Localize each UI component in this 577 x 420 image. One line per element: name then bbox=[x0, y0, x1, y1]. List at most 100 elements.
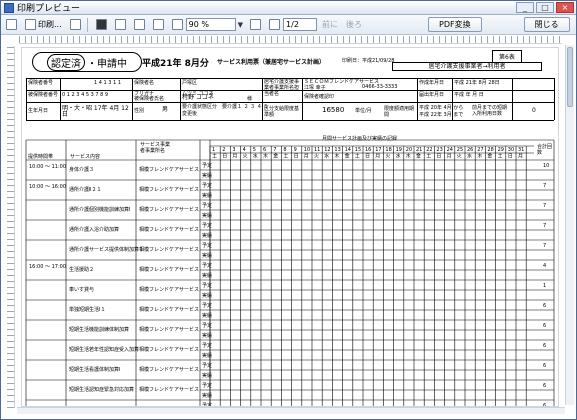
plan-label: 予定 bbox=[202, 202, 212, 209]
plan-label: 予定 bbox=[202, 282, 212, 289]
copy-button[interactable] bbox=[67, 17, 84, 33]
find-button[interactable] bbox=[93, 17, 110, 33]
row-service: 生活援助２ bbox=[69, 266, 94, 273]
weekday-label: 月 bbox=[375, 154, 380, 160]
prev-page-icon bbox=[269, 19, 281, 30]
zoom-out-button[interactable] bbox=[150, 17, 167, 33]
day-number: 6 bbox=[263, 147, 266, 153]
schedule-grid: 1 2 3 4 5 6 7 8 9 10 11 12 13 14 15 16 17 18 19 20 21 22 23 24 2… bbox=[25, 139, 555, 407]
page-input[interactable]: 1/2 bbox=[283, 18, 318, 31]
day-number: 7 bbox=[273, 147, 276, 153]
pdf-convert-button[interactable]: PDF変換 bbox=[425, 17, 485, 33]
weekday-label: 金 bbox=[345, 153, 350, 160]
prev-page-button[interactable] bbox=[266, 17, 283, 33]
plan-label: 予定 bbox=[202, 262, 212, 269]
day-number: 17 bbox=[375, 147, 381, 153]
toolbar-separator bbox=[86, 17, 88, 32]
row-provider: 相模フレンドケアサービス bbox=[139, 226, 199, 233]
plan-label: 予定 bbox=[202, 182, 212, 189]
copy-icon bbox=[69, 19, 81, 30]
back-button[interactable]: 前に bbox=[319, 17, 341, 33]
row-service: 通所介護Ⅱ２１ bbox=[69, 186, 101, 193]
vertical-scrollbar[interactable] bbox=[565, 45, 574, 405]
day-number: 27 bbox=[477, 147, 483, 153]
page-setup-button[interactable] bbox=[3, 17, 20, 33]
app-icon bbox=[4, 2, 14, 13]
weekday-label: 月 bbox=[447, 154, 452, 160]
maximize-button[interactable]: □ bbox=[536, 2, 554, 13]
weekday-label: 水 bbox=[253, 153, 258, 160]
weekday-label: 水 bbox=[324, 153, 329, 160]
row-service: 通所介護サービス提供体制加算１ bbox=[69, 246, 144, 253]
print-button[interactable]: 印刷... bbox=[22, 17, 65, 33]
row-service: 短期生活看護体制加算Ⅰ bbox=[69, 366, 120, 373]
row-provider: 相模フレンドケアサービス bbox=[139, 406, 199, 407]
day-number: 31 bbox=[518, 147, 524, 153]
actual-label: 実績 bbox=[202, 212, 212, 219]
forward-button[interactable]: 後ろ bbox=[343, 17, 365, 33]
actual-label: 実績 bbox=[202, 392, 212, 399]
weekday-label: 土 bbox=[498, 153, 503, 160]
print-label: 印刷... bbox=[38, 20, 62, 29]
day-number: 21 bbox=[416, 147, 422, 153]
weekday-label: 日 bbox=[508, 154, 513, 160]
actual-label: 実績 bbox=[202, 312, 212, 319]
row-provider: 相模フレンドケアサービス bbox=[139, 346, 199, 353]
row-total: 1 bbox=[543, 283, 546, 289]
actual-label: 実績 bbox=[202, 272, 212, 279]
close-window-button[interactable]: × bbox=[556, 2, 574, 13]
day-number: 20 bbox=[406, 147, 412, 153]
plan-label: 予定 bbox=[202, 242, 212, 249]
scrollbar-thumb[interactable] bbox=[567, 47, 573, 107]
day-number: 28 bbox=[487, 147, 493, 153]
day-number: 29 bbox=[498, 147, 504, 153]
day-number: 3 bbox=[232, 147, 235, 153]
actual-label: 実績 bbox=[202, 252, 212, 259]
weekday-label: 土 bbox=[426, 153, 431, 160]
weekday-label: 木 bbox=[406, 153, 411, 160]
page-setup-icon bbox=[6, 19, 17, 30]
row-total: 7 bbox=[543, 243, 546, 249]
multi-page-icon bbox=[133, 19, 145, 30]
plan-label: 予定 bbox=[202, 402, 212, 407]
row-total: 6 bbox=[543, 303, 546, 309]
row-total: 4 bbox=[543, 263, 546, 269]
actual-label: 実績 bbox=[202, 232, 212, 239]
day-number: 13 bbox=[334, 147, 340, 153]
row-provider: 相模フレンドケアサービス bbox=[139, 266, 199, 273]
first-page-button[interactable] bbox=[247, 17, 264, 33]
zoom-in-button[interactable] bbox=[169, 17, 186, 33]
plan-label: 予定 bbox=[202, 162, 212, 169]
close-button[interactable]: 閉じる bbox=[521, 17, 573, 33]
row-total: 6 bbox=[543, 343, 546, 349]
horizontal-ruler bbox=[19, 36, 562, 44]
close-label: 閉じる bbox=[523, 17, 570, 32]
row-service: 短期生活機能訓練体制加算 bbox=[69, 326, 129, 333]
row-time: 16:00 ～ 17:00 bbox=[29, 264, 66, 270]
weekday-label: 土 bbox=[283, 153, 288, 160]
day-number: 9 bbox=[294, 147, 297, 153]
minimize-button[interactable]: _ bbox=[516, 2, 534, 13]
single-page-button[interactable] bbox=[112, 17, 129, 33]
zoom-select[interactable]: 90 % bbox=[185, 18, 236, 31]
day-number: 18 bbox=[385, 147, 391, 153]
row-service: 通所介護個別機能訓練加算Ⅰ bbox=[69, 206, 130, 213]
weekday-label: 木 bbox=[263, 153, 268, 160]
row-total: 6 bbox=[543, 403, 546, 407]
day-number: 30 bbox=[508, 147, 514, 153]
row-provider: 相模フレンドケアサービス bbox=[139, 366, 199, 373]
row-service: 単独短期生活Ⅰ１ bbox=[69, 306, 105, 313]
actual-label: 実績 bbox=[202, 332, 212, 339]
row-service: 車いす貸与 bbox=[69, 286, 94, 293]
horizontal-scrollbar[interactable] bbox=[17, 407, 565, 414]
window-controls: _ □ × bbox=[516, 2, 574, 13]
row-total: 7 bbox=[543, 223, 546, 229]
multi-page-button[interactable] bbox=[131, 17, 148, 33]
row-total: 6 bbox=[543, 383, 546, 389]
zoom-dropdown-icon[interactable]: ▼ bbox=[236, 21, 245, 29]
row-total: 7 bbox=[543, 203, 546, 209]
row-provider: 相模フレンドケアサービス bbox=[139, 306, 199, 313]
row-provider: 相模フレンドケアサービス bbox=[139, 246, 199, 253]
weekday-label: 金 bbox=[416, 153, 421, 160]
row-service: 短期生活療養食加算 bbox=[69, 406, 114, 407]
